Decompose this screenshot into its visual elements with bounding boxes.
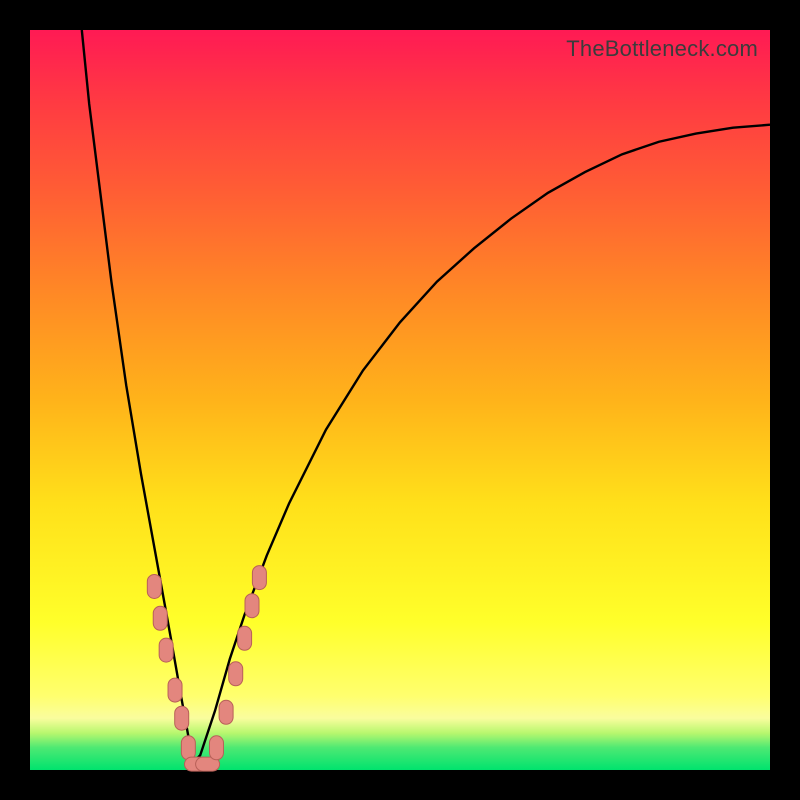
threshold-marker xyxy=(175,706,189,730)
threshold-marker xyxy=(168,678,182,702)
threshold-marker xyxy=(181,736,195,760)
outer-frame: TheBottleneck.com xyxy=(0,0,800,800)
threshold-marker xyxy=(219,700,233,724)
curve-layer xyxy=(30,30,770,770)
threshold-marker xyxy=(209,736,223,760)
threshold-marker xyxy=(229,662,243,686)
threshold-marker xyxy=(245,594,259,618)
threshold-marker xyxy=(159,638,173,662)
threshold-marker xyxy=(238,626,252,650)
plot-area: TheBottleneck.com xyxy=(30,30,770,770)
threshold-marker xyxy=(252,566,266,590)
threshold-marker xyxy=(153,606,167,630)
marker-group xyxy=(147,566,266,771)
threshold-marker xyxy=(147,574,161,598)
bottleneck-curve xyxy=(82,30,770,763)
